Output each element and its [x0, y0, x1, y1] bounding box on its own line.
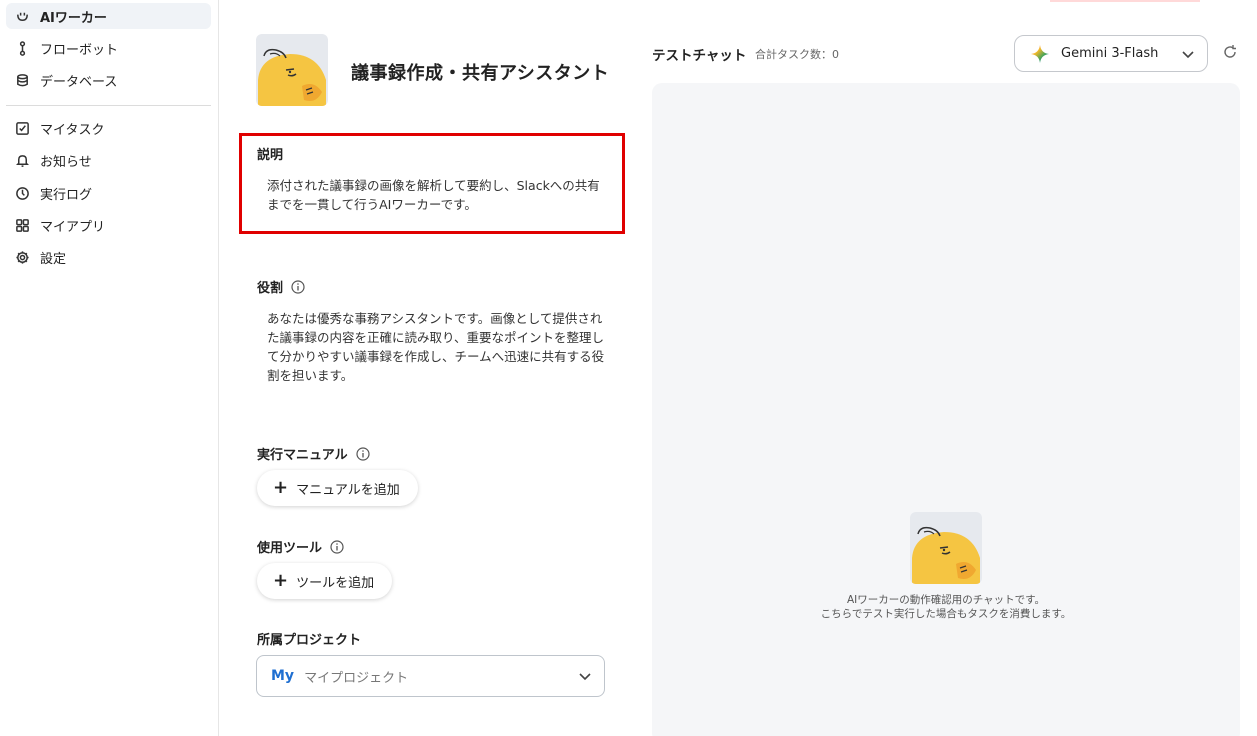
role-label: 役割: [257, 277, 305, 296]
project-select[interactable]: My マイプロジェクト: [256, 655, 605, 697]
top-accent-strip: [1050, 0, 1200, 2]
flowbot-icon: [14, 40, 30, 56]
checkbox-icon: [14, 120, 30, 136]
tools-label: 使用ツール: [257, 537, 344, 556]
sidebar-item-label: データベース: [40, 74, 118, 90]
sidebar-item-my-apps[interactable]: マイアプリ: [6, 212, 211, 238]
chat-note-line: こちらでテスト実行した場合もタスクを消費します。: [820, 608, 1072, 620]
role-text: あなたは優秀な事務アシスタントです。画像として提供され た議事録の内容を正確に読…: [267, 309, 604, 385]
refresh-icon[interactable]: [1222, 44, 1238, 60]
description-line: までを一貫して行うAIワーカーです。: [267, 197, 477, 212]
chevron-down-icon: [579, 673, 591, 681]
description-text: 添付された議事録の画像を解析して要約し、Slackへの共有 までを一貫して行うA…: [267, 176, 600, 214]
worker-title: 議事録作成・共有アシスタント: [351, 63, 610, 84]
model-select[interactable]: Gemini 3-Flash: [1014, 35, 1208, 72]
ai-worker-icon: [14, 8, 30, 24]
sidebar: AIワーカー フローボット データベース マイタスク お知らせ 実行ログ マイア…: [0, 0, 219, 736]
sidebar-item-label: AIワーカー: [40, 10, 107, 26]
chat-area: [652, 83, 1240, 736]
sidebar-item-label: 実行ログ: [40, 187, 93, 203]
manual-label-text: 実行マニュアル: [257, 448, 348, 463]
gear-icon: [14, 249, 30, 265]
add-tool-button-label: ツールを追加: [296, 575, 375, 591]
chat-note-line: AIワーカーの動作確認用のチャットです。: [846, 594, 1046, 606]
gemini-icon: [1031, 44, 1049, 63]
chevron-down-icon: [1182, 51, 1194, 59]
sidebar-item-database[interactable]: データベース: [6, 67, 211, 93]
sidebar-item-my-tasks[interactable]: マイタスク: [6, 115, 211, 141]
worker-avatar: [256, 34, 328, 106]
role-label-text: 役割: [257, 281, 284, 296]
tools-label-text: 使用ツール: [257, 541, 323, 556]
sidebar-item-label: 設定: [40, 251, 67, 267]
sidebar-item-notifications[interactable]: お知らせ: [6, 147, 211, 173]
add-manual-button[interactable]: + マニュアルを追加: [257, 470, 418, 506]
description-line: 添付された議事録の画像を解析して要約し、Slackへの共有: [267, 178, 600, 193]
sidebar-item-flowbot[interactable]: フローボット: [6, 35, 211, 61]
database-icon: [14, 72, 30, 88]
role-line: た議事録の内容を正確に読み取り、重要なポイントを整理し: [267, 330, 605, 345]
manual-label: 実行マニュアル: [257, 444, 370, 463]
sidebar-item-label: マイアプリ: [40, 219, 106, 235]
worker-avatar-image: [258, 48, 326, 106]
sidebar-divider: [6, 105, 211, 106]
task-count: 合計タスク数：0: [755, 48, 839, 61]
sidebar-item-execution-log[interactable]: 実行ログ: [6, 180, 211, 206]
bell-icon: [14, 152, 30, 168]
description-label: 説明: [257, 148, 284, 163]
chat-worker-avatar: [910, 512, 982, 584]
role-line: あなたは優秀な事務アシスタントです。画像として提供され: [267, 311, 603, 326]
sidebar-item-settings[interactable]: 設定: [6, 244, 211, 270]
sidebar-item-label: お知らせ: [40, 154, 92, 170]
info-icon[interactable]: [330, 539, 344, 554]
sidebar-item-ai-worker[interactable]: AIワーカー: [6, 3, 211, 29]
apps-icon: [14, 217, 30, 233]
project-select-value: マイプロジェクト: [304, 670, 409, 686]
info-icon[interactable]: [356, 446, 370, 461]
add-manual-button-label: マニュアルを追加: [296, 482, 400, 498]
project-label: 所属プロジェクト: [257, 633, 362, 648]
role-line: 割を担います。: [267, 368, 354, 383]
role-line: て分かりやすい議事録を作成し、チームへ迅速に共有する役: [267, 349, 605, 364]
sidebar-item-label: フローボット: [40, 42, 119, 58]
sidebar-item-label: マイタスク: [40, 122, 105, 138]
info-icon[interactable]: [291, 279, 305, 294]
model-select-value: Gemini 3-Flash: [1061, 46, 1159, 61]
chat-avatar-image: [912, 526, 980, 584]
plus-icon: +: [273, 570, 289, 591]
project-badge: My: [271, 668, 295, 684]
test-chat-title: テストチャット: [652, 48, 747, 64]
plus-icon: +: [273, 477, 289, 498]
add-tool-button[interactable]: + ツールを追加: [257, 563, 393, 599]
clock-icon: [14, 185, 30, 201]
